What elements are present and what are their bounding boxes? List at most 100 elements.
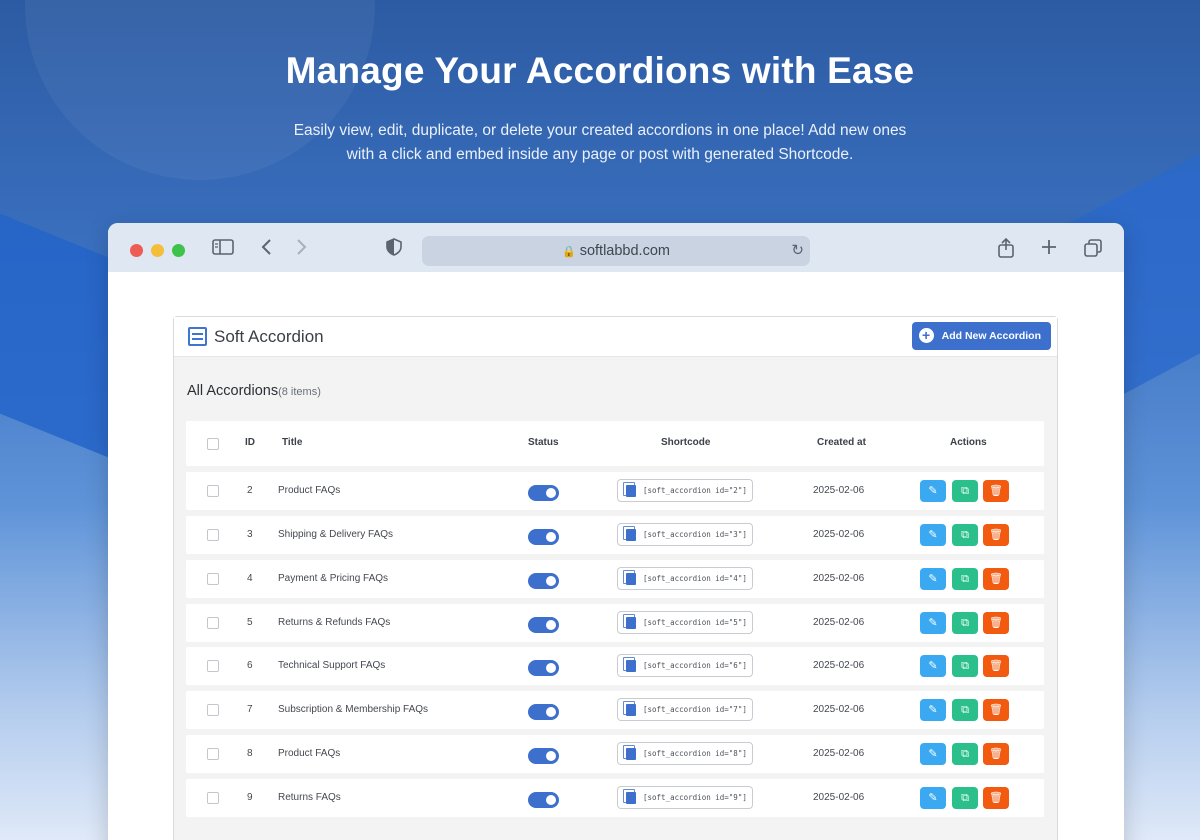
delete-button[interactable]: 🗑 (983, 480, 1009, 502)
url-text: softlabbd.com (579, 243, 670, 259)
status-toggle[interactable] (528, 704, 559, 720)
row-checkbox[interactable] (207, 485, 219, 497)
new-tab-icon[interactable] (1041, 238, 1057, 261)
status-toggle[interactable] (528, 573, 559, 589)
sidebar-toggle-icon[interactable] (212, 238, 234, 261)
table-row: 7 Subscription & Membership FAQs [soft_acc… (186, 691, 1044, 729)
shortcode-copy-field[interactable]: [soft_accordion id="7"] (617, 698, 753, 721)
row-title: Subscription & Membership FAQs (278, 704, 429, 715)
close-window-button[interactable] (130, 244, 143, 257)
select-all-checkbox[interactable] (207, 438, 219, 450)
forward-icon[interactable] (294, 238, 308, 261)
row-created-at: 2025-02-06 (813, 573, 865, 584)
edit-button[interactable]: ✎ (920, 612, 946, 634)
pencil-icon: ✎ (928, 485, 938, 497)
edit-button[interactable]: ✎ (920, 787, 946, 809)
shortcode-copy-field[interactable]: [soft_accordion id="4"] (617, 567, 753, 590)
row-title: Technical Support FAQs (278, 660, 386, 671)
shortcode-copy-field[interactable]: [soft_accordion id="8"] (617, 742, 753, 765)
maximize-window-button[interactable] (172, 244, 185, 257)
trash-icon: 🗑 (989, 617, 1003, 629)
status-toggle[interactable] (528, 529, 559, 545)
duplicate-button[interactable]: ⧉ (952, 743, 978, 765)
status-toggle[interactable] (528, 617, 559, 633)
delete-button[interactable]: 🗑 (983, 787, 1009, 809)
address-bar[interactable]: 🔒 softlabbd.com ↻ (422, 236, 810, 266)
edit-button[interactable]: ✎ (920, 655, 946, 677)
status-toggle[interactable] (528, 485, 559, 501)
pencil-icon: ✎ (928, 529, 938, 541)
duplicate-button[interactable]: ⧉ (952, 787, 978, 809)
shortcode-text: [soft_accordion id="6"] (643, 661, 747, 670)
delete-button[interactable]: 🗑 (983, 612, 1009, 634)
trash-icon: 🗑 (989, 660, 1003, 672)
shortcode-text: [soft_accordion id="5"] (643, 618, 747, 627)
row-checkbox[interactable] (207, 529, 219, 541)
trash-icon: 🗑 (989, 573, 1003, 585)
copy-icon: ⧉ (961, 748, 969, 760)
row-title: Shipping & Delivery FAQs (278, 529, 394, 540)
row-checkbox[interactable] (207, 704, 219, 716)
shortcode-copy-field[interactable]: [soft_accordion id="2"] (617, 479, 753, 502)
hero-title: Manage Your Accordions with Ease (285, 50, 915, 91)
shortcode-text: [soft_accordion id="4"] (643, 574, 747, 583)
row-id: 4 (247, 573, 253, 584)
header-actions: Actions (950, 437, 987, 448)
status-toggle[interactable] (528, 792, 559, 808)
table-row: 4 Payment & Pricing FAQs [soft_accordion i… (186, 560, 1044, 598)
minimize-window-button[interactable] (151, 244, 164, 257)
duplicate-button[interactable]: ⧉ (952, 524, 978, 546)
edit-button[interactable]: ✎ (920, 699, 946, 721)
delete-button[interactable]: 🗑 (983, 524, 1009, 546)
duplicate-button[interactable]: ⧉ (952, 612, 978, 634)
status-toggle[interactable] (528, 748, 559, 764)
row-checkbox[interactable] (207, 792, 219, 804)
pencil-icon: ✎ (928, 704, 938, 716)
duplicate-button[interactable]: ⧉ (952, 568, 978, 590)
plugin-panel: Soft Accordion + Add New Accordion All A… (173, 316, 1058, 840)
copy-icon (626, 792, 636, 804)
header-title: Title (282, 437, 303, 448)
reload-icon[interactable]: ↻ (791, 236, 804, 266)
share-icon[interactable] (997, 237, 1015, 263)
row-checkbox[interactable] (207, 573, 219, 585)
edit-button[interactable]: ✎ (920, 743, 946, 765)
delete-button[interactable]: 🗑 (983, 699, 1009, 721)
row-id: 2 (247, 485, 253, 496)
browser-window: 🔒 softlabbd.com ↻ Soft Accordion + Add Ne… (108, 223, 1124, 840)
delete-button[interactable]: 🗑 (983, 568, 1009, 590)
row-title: Product FAQs (278, 748, 341, 759)
duplicate-button[interactable]: ⧉ (952, 655, 978, 677)
delete-button[interactable]: 🗑 (983, 655, 1009, 677)
table-row: 5 Returns & Refunds FAQs [soft_accordion i… (186, 604, 1044, 642)
status-toggle[interactable] (528, 660, 559, 676)
row-checkbox[interactable] (207, 617, 219, 629)
edit-button[interactable]: ✎ (920, 480, 946, 502)
shortcode-copy-field[interactable]: [soft_accordion id="9"] (617, 786, 753, 809)
shield-icon[interactable] (386, 238, 402, 261)
shortcode-copy-field[interactable]: [soft_accordion id="3"] (617, 523, 753, 546)
shortcode-copy-field[interactable]: [soft_accordion id="6"] (617, 654, 753, 677)
browser-toolbar: 🔒 softlabbd.com ↻ (108, 223, 1124, 272)
shortcode-copy-field[interactable]: [soft_accordion id="5"] (617, 611, 753, 634)
row-created-at: 2025-02-06 (813, 792, 865, 803)
delete-button[interactable]: 🗑 (983, 743, 1009, 765)
back-icon[interactable] (260, 238, 274, 261)
pencil-icon: ✎ (928, 792, 938, 804)
add-new-accordion-button[interactable]: + Add New Accordion (911, 322, 1051, 350)
header-id: ID (245, 437, 255, 448)
row-title: Product FAQs (278, 485, 341, 496)
add-new-accordion-label: Add New Accordion (941, 330, 1041, 342)
table-row: 3 Shipping & Delivery FAQs [soft_accordion… (186, 516, 1044, 554)
duplicate-button[interactable]: ⧉ (952, 699, 978, 721)
row-created-at: 2025-02-06 (813, 485, 865, 496)
edit-button[interactable]: ✎ (920, 524, 946, 546)
tabs-overview-icon[interactable] (1083, 238, 1103, 263)
row-checkbox[interactable] (207, 660, 219, 672)
trash-icon: 🗑 (989, 529, 1003, 541)
duplicate-button[interactable]: ⧉ (952, 480, 978, 502)
copy-icon: ⧉ (961, 660, 969, 672)
edit-button[interactable]: ✎ (920, 568, 946, 590)
copy-icon: ⧉ (961, 485, 969, 497)
row-checkbox[interactable] (207, 748, 219, 760)
